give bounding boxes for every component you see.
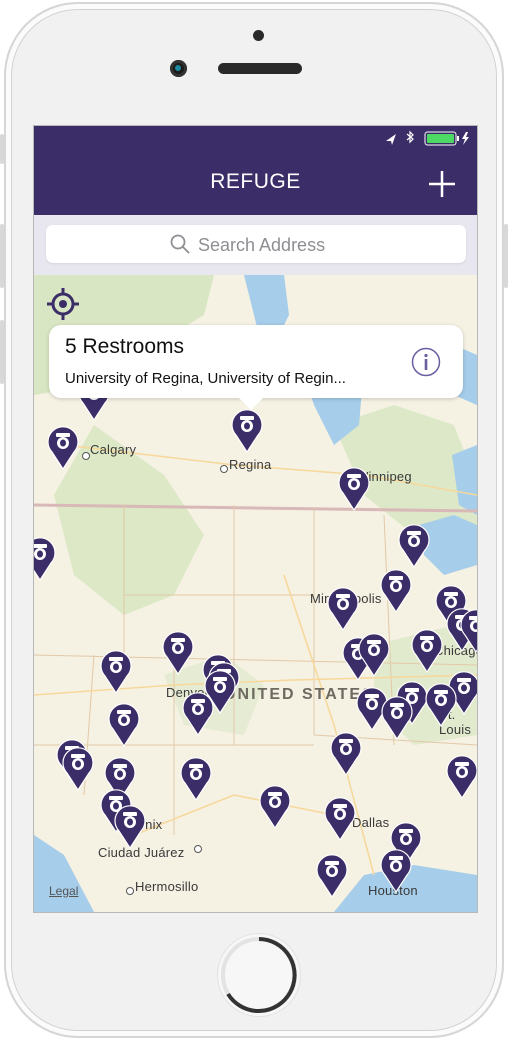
country-label-united-states: UNITED STATES xyxy=(224,686,375,703)
restroom-pin-icon[interactable] xyxy=(381,694,413,741)
bluetooth-icon xyxy=(406,130,414,144)
battery-icon xyxy=(424,131,459,146)
city-dot-ciudad-juarez xyxy=(194,845,202,853)
restroom-pin-icon[interactable] xyxy=(231,407,263,454)
status-bar xyxy=(34,126,477,150)
restroom-pin-icon[interactable] xyxy=(460,607,477,654)
restroom-pin-icon[interactable] xyxy=(100,648,132,695)
proximity-sensor xyxy=(253,30,264,41)
mute-switch xyxy=(0,134,4,164)
restroom-pin-icon[interactable] xyxy=(338,465,370,512)
callout-title: 5 Restrooms xyxy=(65,335,185,358)
restroom-pin-icon[interactable] xyxy=(380,847,412,894)
restroom-pin-icon[interactable] xyxy=(380,567,412,614)
volume-down-button xyxy=(0,320,4,384)
city-label-calgary: Calgary xyxy=(90,442,137,457)
front-camera xyxy=(170,60,187,77)
city-label-hermosillo: Hermosillo xyxy=(135,879,199,894)
info-button[interactable] xyxy=(411,347,441,377)
app-screen: CANADA UNITED STATES Calgary Regina Winn… xyxy=(34,126,477,912)
restroom-pin-icon[interactable] xyxy=(180,755,212,802)
restroom-pin-icon[interactable] xyxy=(316,852,348,899)
search-bar xyxy=(34,215,477,275)
restroom-callout[interactable]: 5 Restrooms University of Regina, Univer… xyxy=(49,325,463,410)
plus-icon xyxy=(429,171,455,197)
callout-subtitle: University of Regina, University of Regi… xyxy=(65,370,346,387)
location-arrow-icon xyxy=(386,134,396,145)
city-dot-regina xyxy=(220,465,228,473)
restroom-pin-icon[interactable] xyxy=(330,730,362,777)
search-field-container[interactable] xyxy=(46,225,466,263)
info-icon xyxy=(411,347,441,377)
crosshair-icon xyxy=(47,288,79,320)
home-button[interactable] xyxy=(218,934,300,1016)
city-label-regina: Regina xyxy=(229,457,272,472)
app-title: REFUGE xyxy=(210,170,301,193)
restroom-pin-icon[interactable] xyxy=(324,795,356,842)
home-loading-ring-icon xyxy=(221,937,297,1013)
city-dot-hermosillo xyxy=(126,887,134,895)
restroom-pin-icon[interactable] xyxy=(425,681,457,728)
search-icon xyxy=(170,234,190,254)
restroom-pin-icon[interactable] xyxy=(398,522,430,569)
earpiece-speaker xyxy=(218,63,302,74)
volume-up-button xyxy=(0,224,4,288)
restroom-pin-icon[interactable] xyxy=(162,629,194,676)
restroom-pin-icon[interactable] xyxy=(62,745,94,792)
restroom-pin-icon[interactable] xyxy=(259,783,291,830)
power-button xyxy=(504,224,508,288)
restroom-pin-icon[interactable] xyxy=(358,631,390,678)
charging-icon xyxy=(462,132,469,145)
restroom-pin-icon[interactable] xyxy=(446,753,477,800)
restroom-pin-icon[interactable] xyxy=(182,690,214,737)
restroom-pin-icon[interactable] xyxy=(327,585,359,632)
status-bar-icons xyxy=(386,130,469,146)
restroom-pin-icon[interactable] xyxy=(114,803,146,850)
restroom-pin-icon[interactable] xyxy=(108,701,140,748)
search-input[interactable] xyxy=(196,233,450,257)
map-view[interactable]: CANADA UNITED STATES Calgary Regina Winn… xyxy=(34,262,477,912)
restroom-pin-icon[interactable] xyxy=(34,535,56,582)
city-dot-calgary xyxy=(82,452,90,460)
add-restroom-button[interactable] xyxy=(426,168,458,200)
restroom-pin-icon[interactable] xyxy=(411,627,443,674)
city-label-dallas: Dallas xyxy=(352,815,390,830)
nav-bar: REFUGE xyxy=(34,126,477,215)
locate-me-button[interactable] xyxy=(46,287,80,321)
restroom-pin-icon[interactable] xyxy=(47,424,79,471)
legal-link[interactable]: Legal xyxy=(49,884,78,898)
